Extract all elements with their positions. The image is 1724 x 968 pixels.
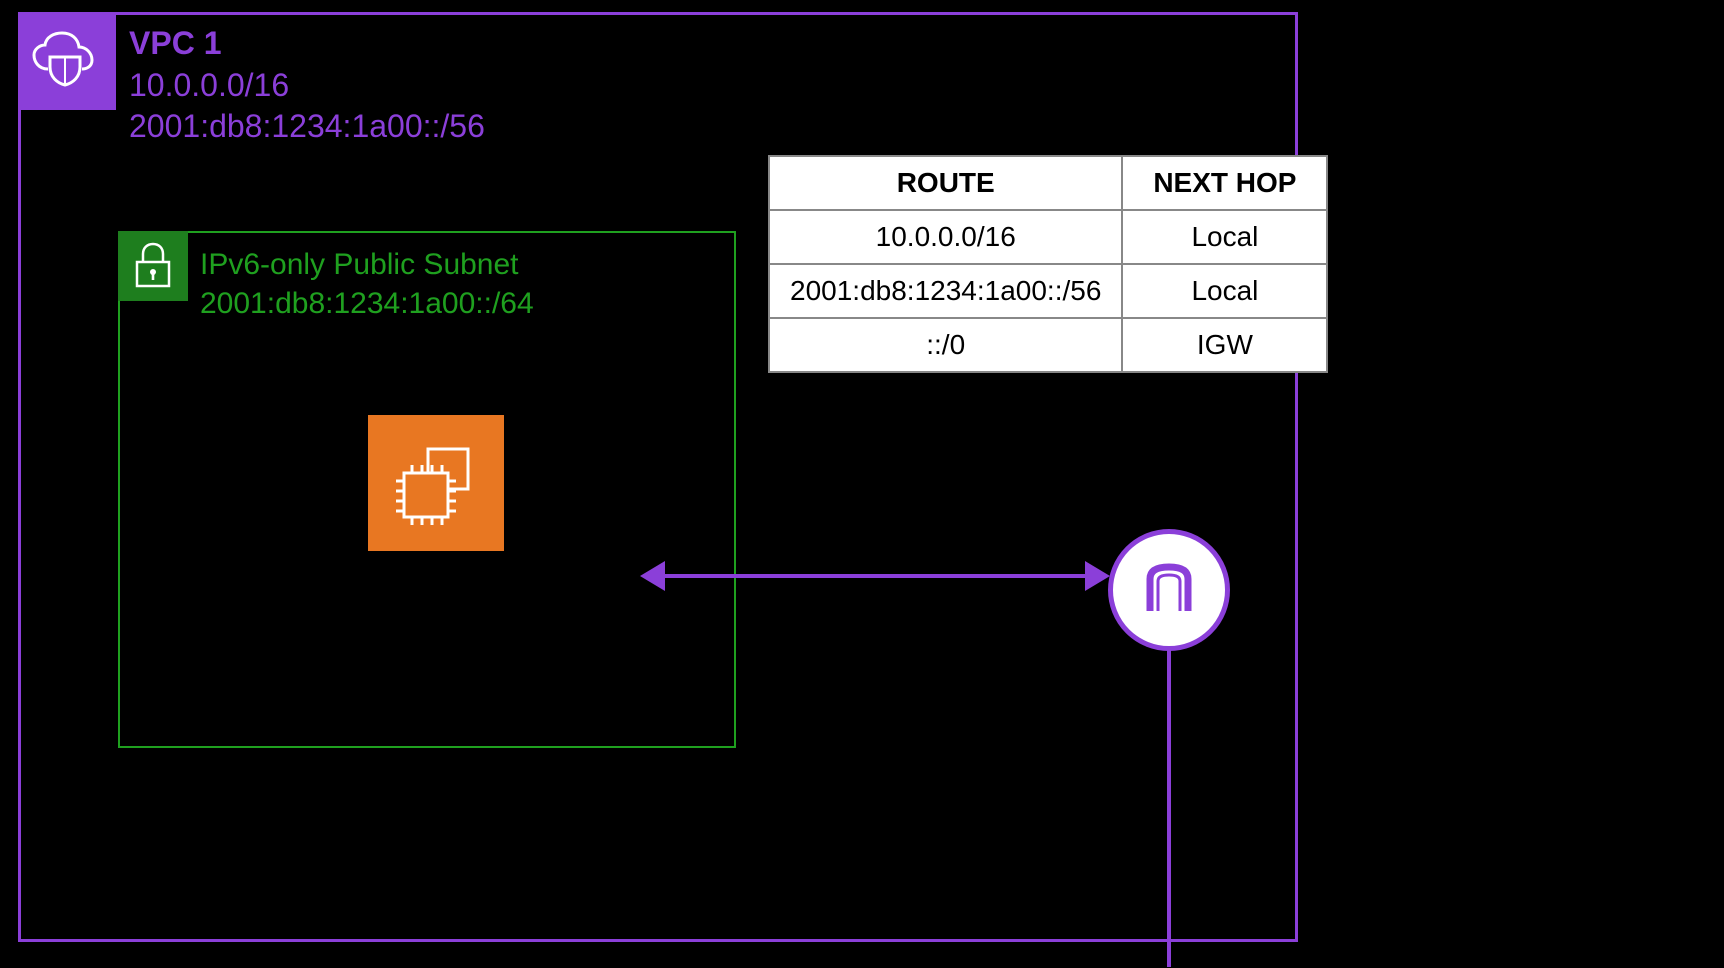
- igw-vertical-connector: [1167, 650, 1171, 967]
- ec2-instance-icon: [388, 435, 484, 531]
- route-cell: ::/0: [769, 318, 1122, 372]
- nexthop-cell: Local: [1122, 210, 1327, 264]
- route-cell: 2001:db8:1234:1a00::/56: [769, 264, 1122, 318]
- nexthop-cell: IGW: [1122, 318, 1327, 372]
- public-subnet-boundary: IPv6-only Public Subnet 2001:db8:1234:1a…: [118, 231, 736, 748]
- padlock-icon: [133, 242, 173, 290]
- vpc-title: VPC 1: [129, 23, 485, 65]
- vpc-label-block: VPC 1 10.0.0.0/16 2001:db8:1234:1a00::/5…: [129, 23, 485, 148]
- route-header: ROUTE: [769, 156, 1122, 210]
- nexthop-cell: Local: [1122, 264, 1327, 318]
- table-row: 2001:db8:1234:1a00::/56 Local: [769, 264, 1327, 318]
- bidirectional-arrow: [660, 574, 1090, 578]
- vpc-icon-box: [18, 12, 116, 110]
- subnet-label-block: IPv6-only Public Subnet 2001:db8:1234:1a…: [200, 245, 534, 323]
- vpc-boundary: VPC 1 10.0.0.0/16 2001:db8:1234:1a00::/5…: [18, 12, 1298, 942]
- arrow-head-right: [1085, 561, 1110, 591]
- subnet-icon-box: [118, 231, 188, 301]
- table-row: 10.0.0.0/16 Local: [769, 210, 1327, 264]
- route-table-header-row: ROUTE NEXT HOP: [769, 156, 1327, 210]
- subnet-title: IPv6-only Public Subnet: [200, 245, 534, 284]
- subnet-ipv6-cidr: 2001:db8:1234:1a00::/64: [200, 284, 534, 323]
- vpc-ipv4-cidr: 10.0.0.0/16: [129, 65, 485, 107]
- nexthop-header: NEXT HOP: [1122, 156, 1327, 210]
- ec2-instance: [368, 415, 504, 551]
- internet-gateway-icon: [1136, 557, 1202, 623]
- internet-gateway: [1108, 529, 1230, 651]
- route-table: ROUTE NEXT HOP 10.0.0.0/16 Local 2001:db…: [768, 155, 1328, 373]
- vpc-ipv6-cidr: 2001:db8:1234:1a00::/56: [129, 106, 485, 148]
- route-cell: 10.0.0.0/16: [769, 210, 1122, 264]
- table-row: ::/0 IGW: [769, 318, 1327, 372]
- vpc-cloud-shield-icon: [30, 31, 104, 91]
